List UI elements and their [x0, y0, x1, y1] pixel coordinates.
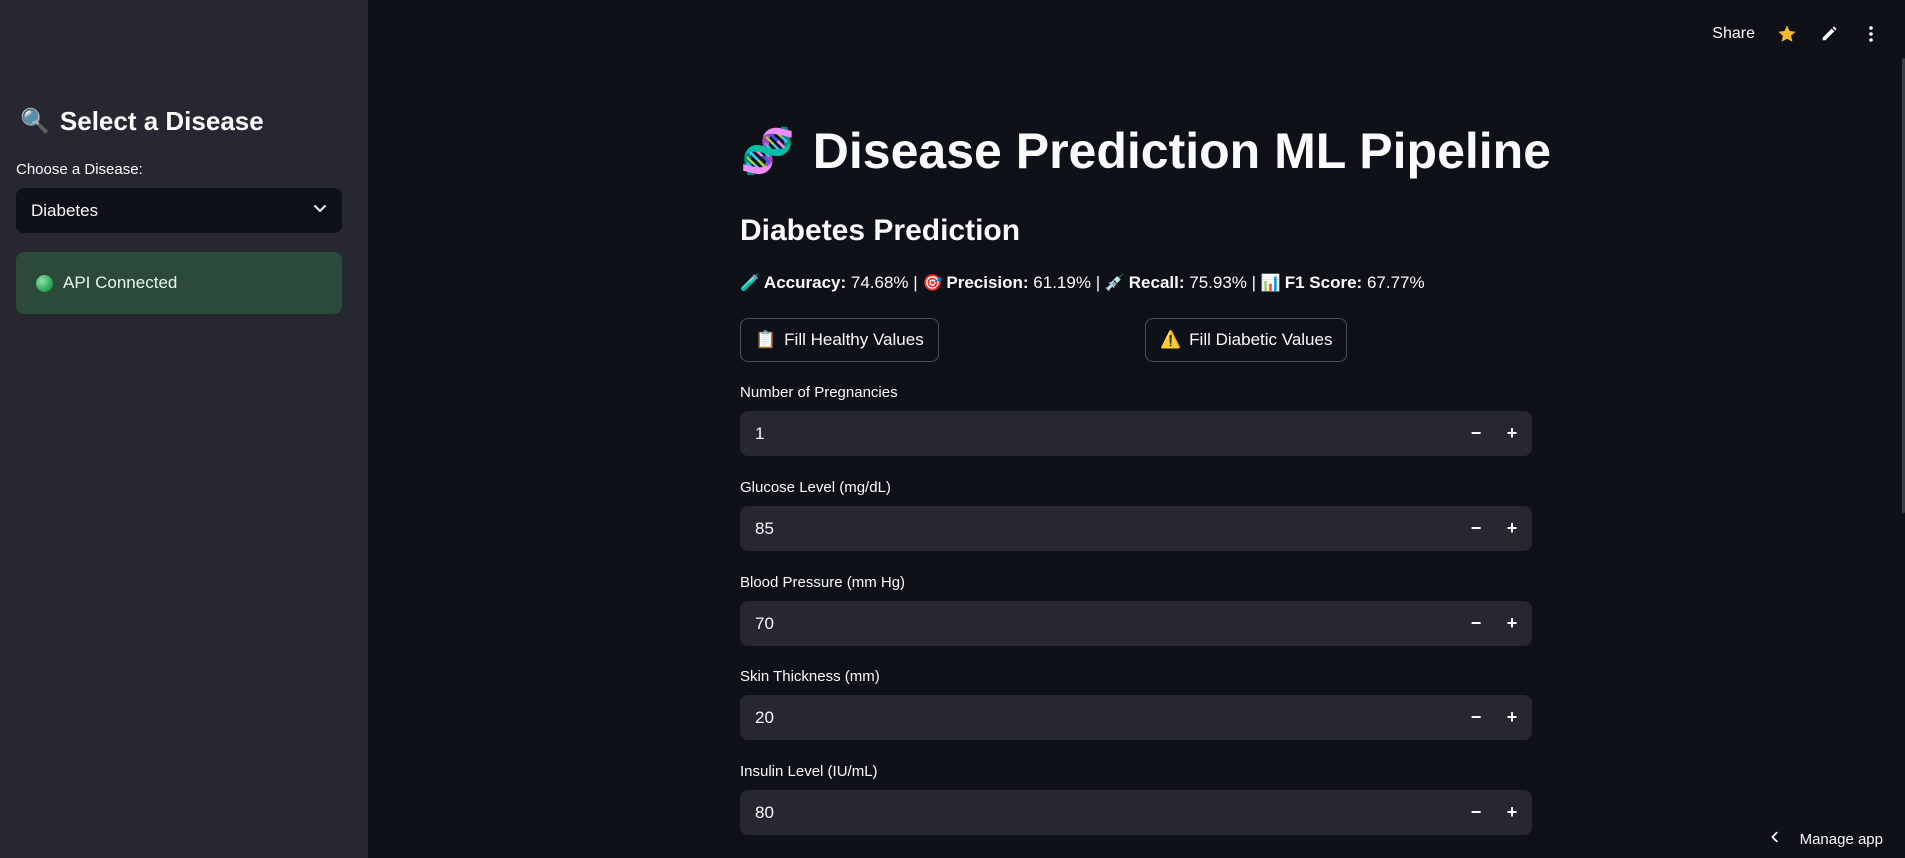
model-metrics: 🧪 Accuracy: 74.68% | 🎯 Precision: 61.19% |… — [740, 273, 1425, 293]
disease-select-value: Diabetes — [31, 200, 99, 220]
fill-healthy-label: Fill Healthy Values — [784, 330, 924, 349]
api-status-box: API Connected — [16, 252, 342, 314]
blood-pressure-label: Blood Pressure (mm Hg) — [740, 574, 906, 591]
metric-separator: | — [1095, 273, 1101, 292]
skin-thickness-input[interactable] — [740, 695, 1458, 740]
accuracy-label: Accuracy: — [763, 273, 847, 292]
sidebar-title: 🔍 Select a Disease — [20, 106, 264, 137]
disease-select[interactable]: Diabetes — [16, 188, 342, 233]
insulin-label: Insulin Level (IU/mL) — [740, 763, 878, 780]
chevron-left-icon — [1768, 830, 1782, 848]
top-toolbar: Share — [1712, 0, 1905, 68]
star-icon[interactable] — [1777, 24, 1797, 44]
insulin-decrement-button[interactable]: − — [1458, 790, 1494, 835]
blood-pressure-input[interactable] — [740, 601, 1458, 646]
accuracy-value: 74.68% — [850, 273, 909, 292]
glucose-decrement-button[interactable]: − — [1458, 506, 1494, 551]
sidebar: 🔍 Select a Disease Choose a Disease: Dia… — [0, 0, 368, 858]
bar-chart-icon: 📊 — [1260, 275, 1281, 292]
skin-thickness-label: Skin Thickness (mm) — [740, 668, 880, 685]
target-icon: 🎯 — [922, 275, 943, 292]
glucose-input[interactable] — [740, 506, 1458, 551]
warning-icon: ⚠️ — [1160, 330, 1182, 349]
metric-separator: | — [1251, 273, 1257, 292]
precision-value: 61.19% — [1033, 273, 1091, 292]
api-status-text: API Connected — [63, 273, 178, 292]
chevron-down-icon — [312, 200, 328, 221]
section-title: Diabetes Prediction — [740, 214, 1021, 247]
skin-thickness-input-container: − + — [740, 695, 1532, 740]
blood-pressure-decrement-button[interactable]: − — [1458, 601, 1494, 646]
sidebar-title-text: Select a Disease — [59, 106, 264, 136]
f1-label: F1 Score: — [1284, 273, 1363, 292]
pregnancies-increment-button[interactable]: + — [1494, 411, 1530, 456]
recall-label: Recall: — [1128, 273, 1185, 292]
pregnancies-input-container: − + — [740, 411, 1532, 456]
manage-app-label: Manage app — [1799, 830, 1883, 848]
glucose-label: Glucose Level (mg/dL) — [740, 479, 891, 496]
test-tube-icon: 🧪 — [740, 275, 760, 292]
edit-icon[interactable] — [1819, 24, 1839, 44]
fill-diabetic-button[interactable]: ⚠️ Fill Diabetic Values — [1145, 318, 1348, 362]
disease-select-label: Choose a Disease: — [16, 161, 143, 178]
skin-thickness-decrement-button[interactable]: − — [1458, 695, 1494, 740]
share-button[interactable]: Share — [1712, 25, 1755, 43]
dna-icon: 🧬 — [740, 127, 795, 176]
recall-value: 75.93% — [1189, 273, 1247, 292]
pregnancies-decrement-button[interactable]: − — [1458, 411, 1494, 456]
skin-thickness-increment-button[interactable]: + — [1494, 695, 1530, 740]
more-vert-icon[interactable] — [1861, 24, 1881, 44]
glucose-input-container: − + — [740, 506, 1532, 551]
app-root: 🔍 Select a Disease Choose a Disease: Dia… — [0, 0, 1905, 858]
manage-app-button[interactable]: Manage app — [1768, 830, 1883, 848]
fill-healthy-button[interactable]: 📋 Fill Healthy Values — [740, 318, 939, 362]
insulin-input-container: − + — [740, 790, 1532, 835]
insulin-input[interactable] — [740, 790, 1458, 835]
metric-separator: | — [913, 273, 918, 292]
pregnancies-input[interactable] — [740, 411, 1458, 456]
precision-label: Precision: — [946, 273, 1029, 292]
page-title-text: Disease Prediction ML Pipeline — [812, 123, 1552, 179]
glucose-increment-button[interactable]: + — [1494, 506, 1530, 551]
f1-value: 67.77% — [1366, 273, 1425, 292]
magnifier-icon: 🔍 — [20, 108, 50, 135]
insulin-increment-button[interactable]: + — [1494, 790, 1530, 835]
green-circle-icon — [36, 274, 53, 292]
fill-diabetic-label: Fill Diabetic Values — [1189, 330, 1333, 349]
blood-pressure-increment-button[interactable]: + — [1494, 601, 1530, 646]
page-title: 🧬 Disease Prediction ML Pipeline — [740, 122, 1551, 180]
blood-pressure-input-container: − + — [740, 601, 1532, 646]
pregnancies-label: Number of Pregnancies — [740, 384, 898, 401]
syringe-icon: 💉 — [1104, 275, 1125, 292]
clipboard-icon: 📋 — [755, 330, 777, 349]
